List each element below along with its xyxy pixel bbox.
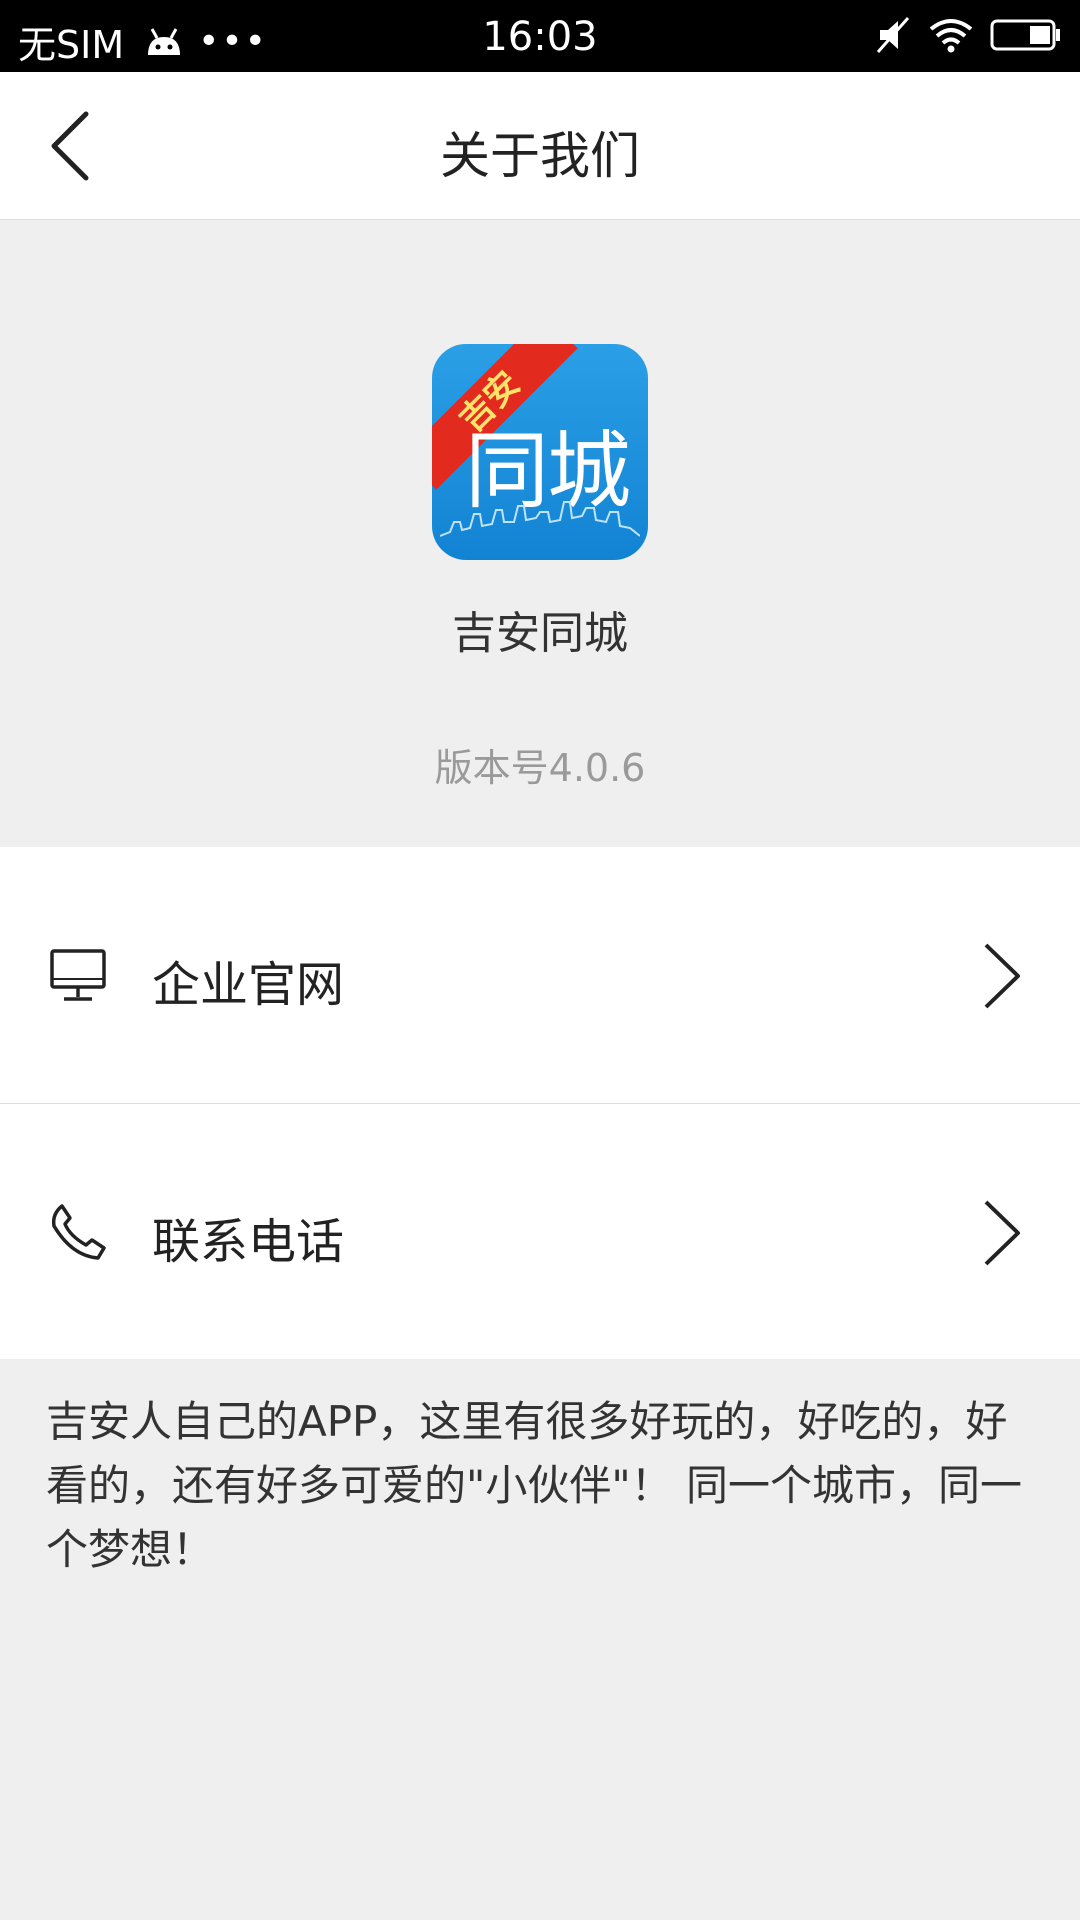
menu-item-label: 企业官网 <box>152 957 345 1013</box>
phone-icon <box>51 1204 106 1260</box>
app-name: 吉安同城 <box>452 608 628 659</box>
chevron-right-icon <box>984 943 1020 1009</box>
menu-item-phone[interactable]: 联系电话 <box>0 1103 1080 1359</box>
app-description: 吉安人自己的APP，这里有很多好玩的，好吃的，好看的，还有好多可爱的"小伙伴"！… <box>46 1397 1022 1574</box>
nav-bar: 关于我们 <box>0 72 1080 220</box>
app-info-section: 吉安 同城 吉安同城 版本号4.0.6 <box>0 221 1080 847</box>
status-right <box>860 16 1062 54</box>
app-logo: 吉安 同城 <box>432 344 648 560</box>
monitor-icon <box>50 949 106 1001</box>
app-version: 版本号4.0.6 <box>434 746 646 790</box>
status-bar: 无SIM ••• 16:03 <box>0 0 1080 72</box>
menu-item-label: 联系电话 <box>152 1214 345 1270</box>
battery-icon <box>990 19 1060 51</box>
chevron-right-icon <box>984 1200 1020 1266</box>
menu-list: 企业官网 联系电话 <box>0 847 1080 1359</box>
skyline-graphic <box>440 501 640 537</box>
wifi-icon <box>929 19 973 53</box>
menu-item-website[interactable]: 企业官网 <box>0 847 1080 1103</box>
page-title: 关于我们 <box>440 127 640 185</box>
mute-icon <box>876 17 910 53</box>
